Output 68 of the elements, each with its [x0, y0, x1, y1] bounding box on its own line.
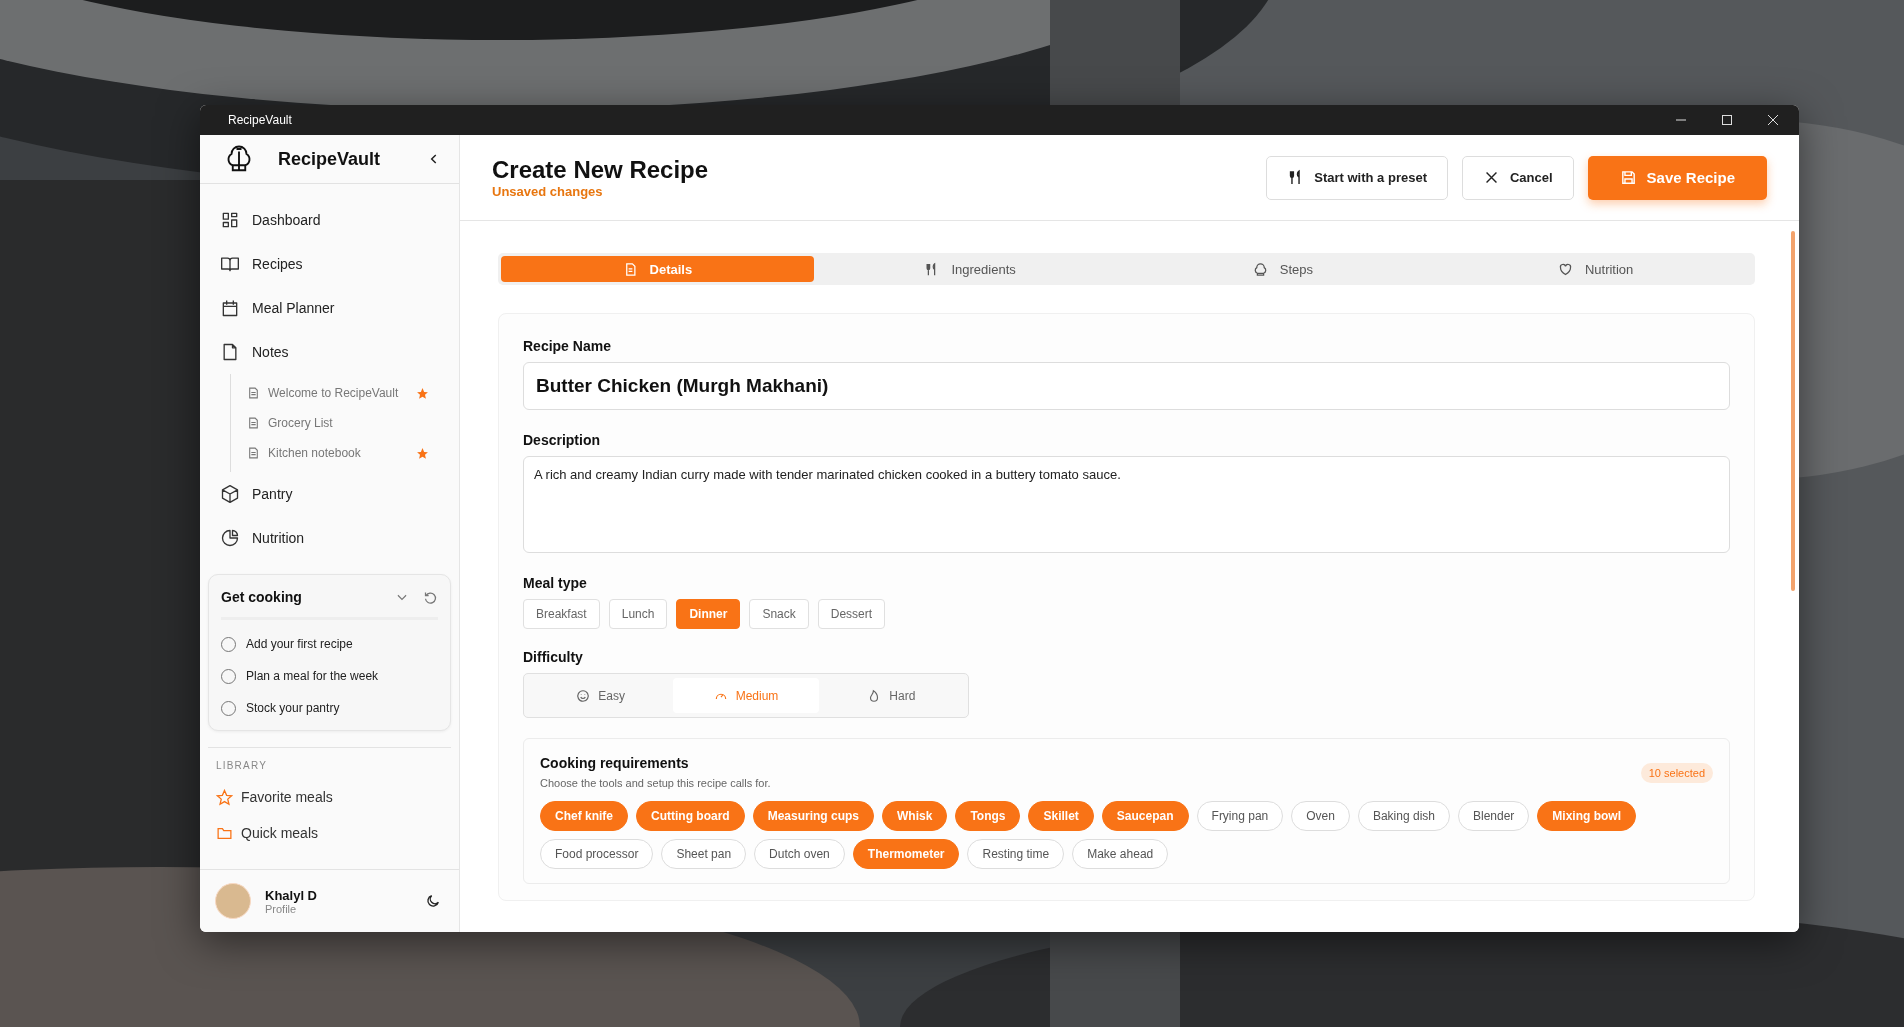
profile-label: Profile	[265, 902, 297, 915]
nav-item[interactable]: Notes	[220, 330, 459, 374]
tab[interactable]: Steps	[1126, 256, 1440, 282]
checklist-item: Add your first recipe	[246, 637, 353, 651]
status-text: Unsaved changes	[492, 184, 604, 199]
nav-item[interactable]: Meal Planner	[220, 286, 459, 330]
count-badge: 10 selected	[1640, 763, 1713, 783]
star-icon	[216, 788, 233, 806]
app-name: RecipeVault	[278, 148, 381, 170]
library-item[interactable]: Quick meals	[216, 815, 451, 851]
tool-chip[interactable]: Resting time	[967, 839, 1065, 869]
hint-text: Choose the tools and setup this recipe calls for.	[540, 777, 772, 789]
field-label: Description	[523, 432, 601, 448]
chef-hat-icon	[1252, 261, 1268, 277]
moon-icon[interactable]	[425, 893, 441, 909]
field-label: Meal type	[523, 575, 588, 591]
pie-chart-icon	[220, 528, 240, 548]
close-icon[interactable]	[1767, 114, 1779, 126]
section-heading: LIBRARY	[216, 760, 268, 771]
tab[interactable]: Ingredients	[813, 256, 1127, 282]
tool-chip[interactable]: Make ahead	[1072, 839, 1169, 869]
save-icon	[1619, 169, 1637, 186]
checklist-item: Plan a meal for the week	[246, 669, 379, 683]
nav-item[interactable]: Dashboard	[220, 198, 459, 242]
tool-chip[interactable]: Blender	[1458, 801, 1530, 831]
smiley-icon	[576, 688, 591, 703]
note-item[interactable]: Grocery List	[247, 408, 459, 438]
tool-chip[interactable]: Food processor	[540, 839, 654, 869]
header-button[interactable]: Start with a preset	[1266, 155, 1448, 200]
meal-type-option[interactable]: Snack	[749, 599, 809, 629]
field-label: Difficulty	[523, 649, 584, 665]
nav-item[interactable]: Pantry	[220, 472, 459, 516]
difficulty-option[interactable]: Easy	[528, 678, 674, 713]
document-icon	[247, 446, 260, 460]
page-title: Create New Recipe	[492, 156, 709, 184]
document-icon	[247, 416, 260, 430]
maximize-icon[interactable]	[1721, 114, 1733, 126]
nav-item[interactable]: Nutrition	[220, 516, 459, 560]
checklist-item: Stock your pantry	[246, 701, 340, 715]
field-label: Recipe Name	[523, 338, 612, 354]
box-icon	[220, 484, 240, 504]
header-button[interactable]: Cancel	[1461, 155, 1574, 200]
calendar-icon	[220, 298, 240, 318]
library-item[interactable]: Favorite meals	[216, 779, 451, 815]
meal-type-option[interactable]: Lunch	[608, 599, 668, 629]
tool-chip[interactable]: Frying pan	[1196, 801, 1284, 831]
user-name: Khalyl D	[265, 887, 318, 903]
refresh-icon[interactable]	[423, 589, 438, 605]
window-title: RecipeVault	[228, 113, 292, 127]
section-title: Cooking requirements	[540, 755, 690, 771]
document-icon	[247, 386, 260, 400]
dashboard-icon	[220, 210, 240, 230]
input-field[interactable]: Butter Chicken (Murgh Makhani)	[523, 362, 1730, 410]
nav-item[interactable]: Recipes	[220, 242, 459, 286]
input-field[interactable]: A rich and creamy Indian curry made with tender marinated chicken cooked in a buttery tomato sauce.	[523, 456, 1730, 553]
tool-chip[interactable]: Dutch oven	[754, 839, 845, 869]
note-item[interactable]: Welcome to RecipeVault	[247, 378, 459, 408]
tool-chip[interactable]: Oven	[1291, 801, 1350, 831]
note-item[interactable]: Kitchen notebook	[247, 438, 459, 468]
tab[interactable]: Nutrition	[1439, 256, 1752, 282]
book-icon	[220, 254, 240, 274]
meal-type-option[interactable]: Breakfast	[523, 599, 600, 629]
difficulty-option[interactable]: Hard	[818, 678, 964, 713]
heart-icon	[1557, 261, 1573, 277]
meal-type-option[interactable]: Dessert	[817, 599, 886, 629]
tool-chip[interactable]: Baking dish	[1357, 801, 1450, 831]
checklist-title: Get cooking	[221, 589, 302, 605]
tool-chip[interactable]: Sheet pan	[661, 839, 747, 869]
